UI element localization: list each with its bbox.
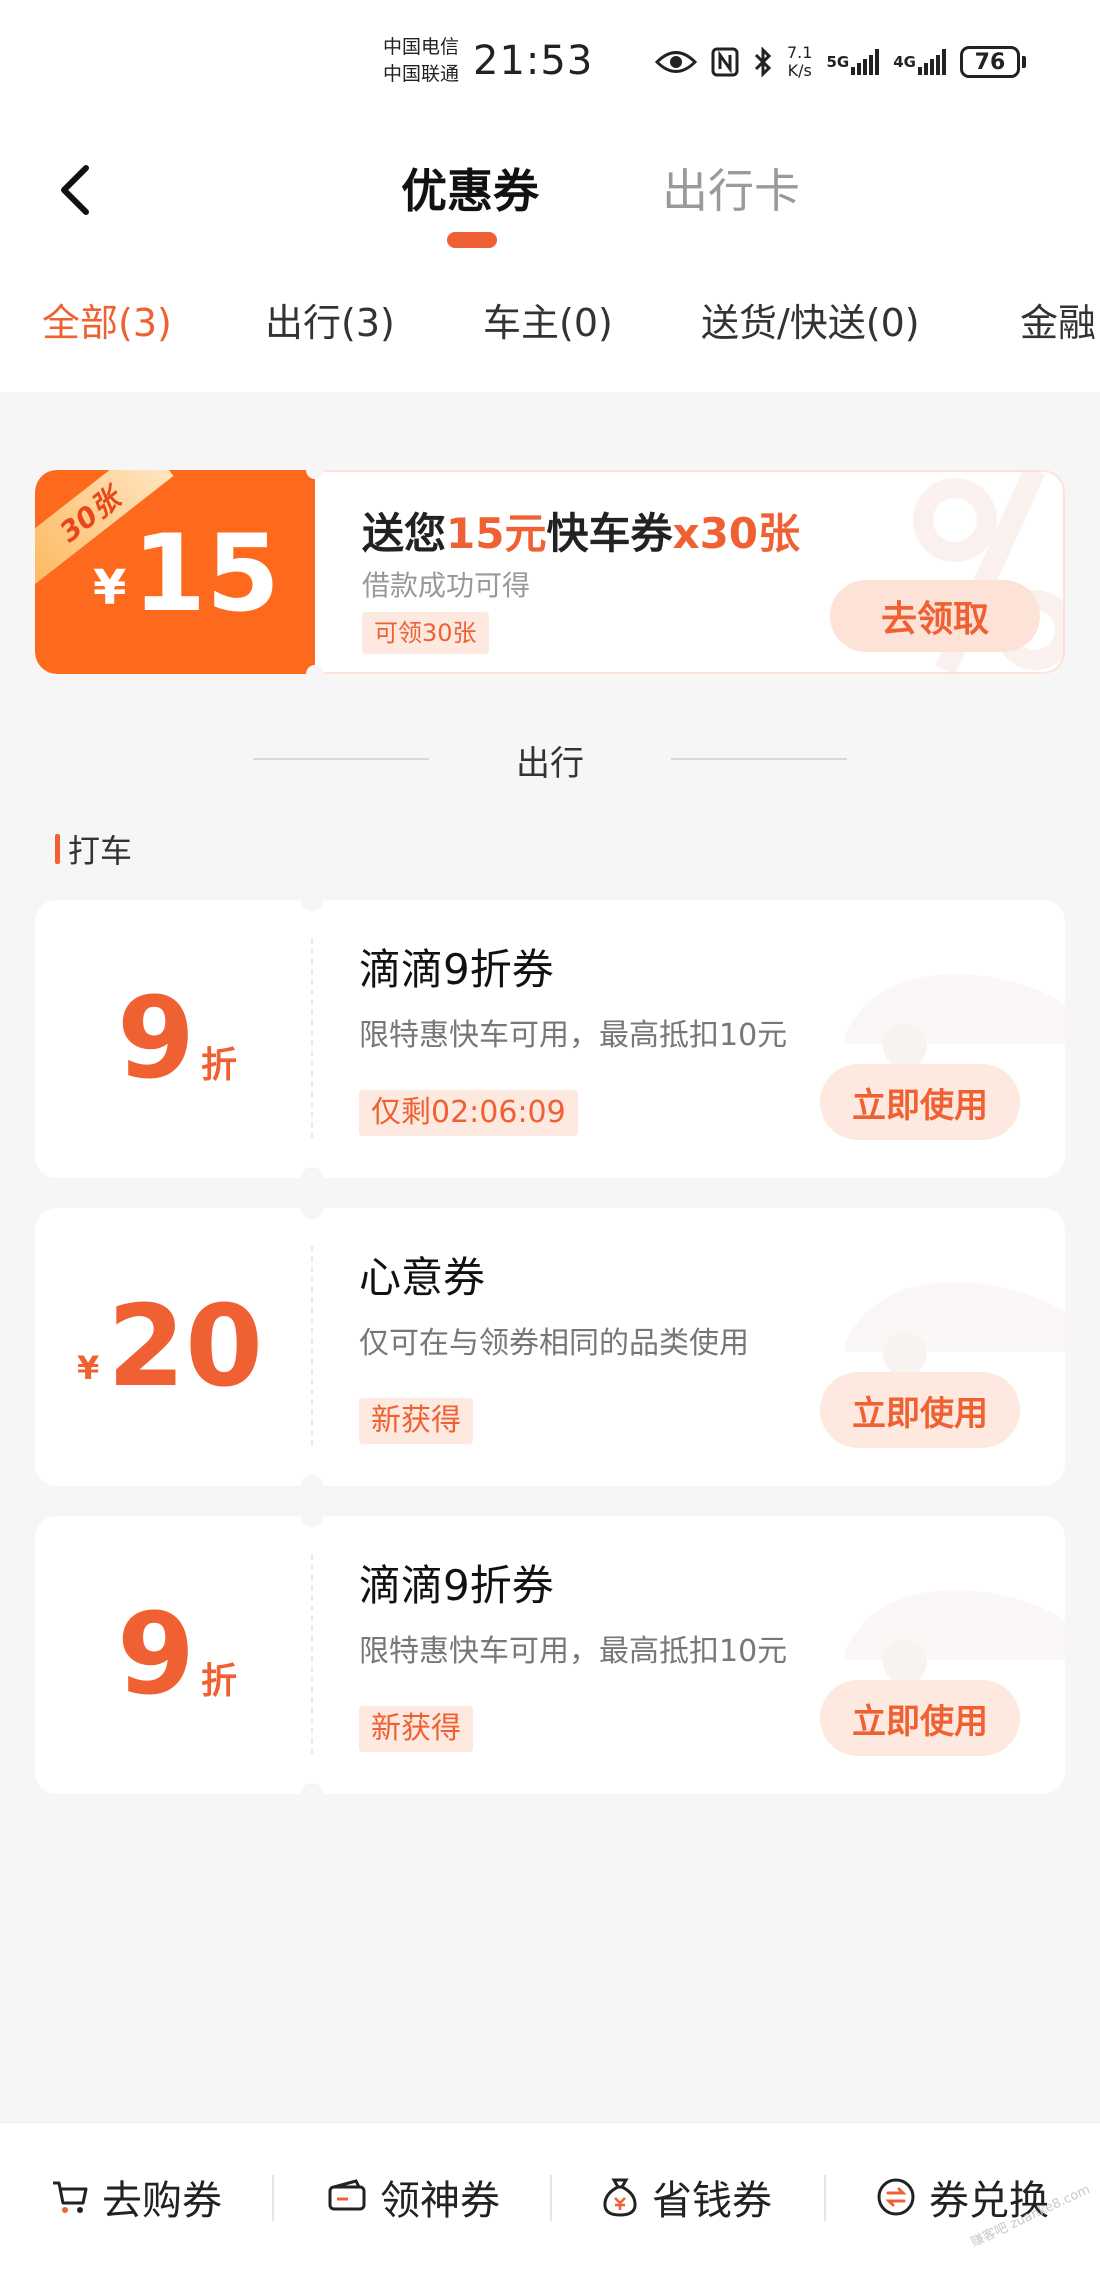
coupon-value: 9 折 <box>117 1590 237 1720</box>
exchange-icon <box>877 2178 915 2216</box>
cart-icon <box>53 2181 88 2213</box>
coupon-divider <box>311 1554 313 1754</box>
coupon-title: 心意券 <box>359 1253 486 1302</box>
car-icon <box>845 1282 1065 1376</box>
banner-amount: ¥ 15 <box>93 512 280 635</box>
coupon-card[interactable]: 9 折 滴滴9折券 限特惠快车可用，最高抵扣10元 仅剩02:06:09 立即使… <box>35 900 1065 1178</box>
bottom-nav: 去购券 领神券 省钱券 券兑换 <box>0 2122 1100 2269</box>
section-header: 出行 <box>0 730 1100 790</box>
signal-sim1-icon: 5G <box>826 49 880 75</box>
category-tabs: 全部(3) 出行(3) 车主(0) 送货/快送(0) 金融 <box>0 292 1100 352</box>
nav-claim-coupons[interactable]: 领神券 <box>326 2169 500 2225</box>
bluetooth-icon <box>754 47 772 77</box>
banner-chip: 可领30张 <box>362 612 489 654</box>
status-icons: 7.1 K/s 5G 4G 76 <box>655 40 1026 84</box>
banner-amount-panel: 30张 ¥ 15 <box>35 470 315 674</box>
claim-button[interactable]: 去领取 <box>830 580 1040 652</box>
coupon-status-tag: 仅剩02:06:09 <box>359 1090 578 1136</box>
banner-notch-bottom <box>306 665 324 674</box>
coupon-card[interactable]: ¥ 20 心意券 仅可在与领券相同的品类使用 新获得 立即使用 <box>35 1208 1065 1486</box>
category-tab-delivery[interactable]: 送货/快送(0) <box>701 292 920 347</box>
category-tab-all[interactable]: 全部(3) <box>42 292 172 347</box>
coupon-title: 滴滴9折券 <box>359 945 554 994</box>
subsection-title: 打车 <box>68 832 133 870</box>
battery-icon: 76 <box>959 46 1026 78</box>
money-bag-icon <box>603 2178 637 2217</box>
nav-saving-coupons[interactable]: 省钱券 <box>600 2169 772 2225</box>
coupon-description: 仅可在与领券相同的品类使用 <box>359 1326 749 1361</box>
category-tab-owner[interactable]: 车主(0) <box>483 292 613 347</box>
banner-title: 送您15元快车券x30张 <box>362 509 801 558</box>
promo-banner[interactable]: 30张 ¥ 15 送您15元快车券x30张 借款成功可得 可领30张 去领取 <box>35 470 1065 674</box>
eye-icon <box>655 51 697 73</box>
status-bar: 中国电信 中国联通 21:53 7.1 K/s 5G 4G 76 <box>0 0 1100 110</box>
nav-buy-coupons[interactable]: 去购券 <box>50 2169 222 2225</box>
subsection-marker <box>55 834 60 864</box>
back-button[interactable] <box>52 160 102 220</box>
tab-indicator <box>447 232 497 248</box>
coupon-card[interactable]: 9 折 滴滴9折券 限特惠快车可用，最高抵扣10元 新获得 立即使用 <box>35 1516 1065 1794</box>
tab-travel-card[interactable]: 出行卡 <box>662 155 800 221</box>
coupon-divider <box>311 938 313 1138</box>
carrier-1: 中国电信 <box>383 36 460 58</box>
use-now-button[interactable]: 立即使用 <box>820 1064 1020 1140</box>
chevron-left-icon <box>61 165 89 215</box>
net-speed: 7.1 K/s <box>787 43 813 80</box>
coupon-description: 限特惠快车可用，最高抵扣10元 <box>359 1634 788 1669</box>
banner-subtitle: 借款成功可得 <box>362 569 531 602</box>
car-icon <box>845 974 1065 1068</box>
ticket-icon <box>328 2179 366 2211</box>
category-tab-finance[interactable]: 金融 <box>1020 292 1096 347</box>
coupon-page: 中国电信 中国联通 21:53 7.1 K/s 5G 4G 76 优惠券 出行卡… <box>0 0 1100 2269</box>
use-now-button[interactable]: 立即使用 <box>820 1372 1020 1448</box>
subsection-header: 打车 <box>55 826 132 872</box>
car-icon <box>845 1590 1065 1684</box>
coupon-description: 限特惠快车可用，最高抵扣10元 <box>359 1018 788 1053</box>
coupon-value: ¥ 20 <box>76 1282 264 1412</box>
carrier-info: 中国电信 中国联通 <box>383 34 459 88</box>
tab-coupons[interactable]: 优惠券 <box>401 155 539 221</box>
status-time: 21:53 <box>473 38 594 84</box>
coupon-status-tag: 新获得 <box>359 1706 473 1752</box>
section-divider-right <box>671 758 847 760</box>
carrier-2: 中国联通 <box>383 63 460 85</box>
coupon-title: 滴滴9折券 <box>359 1561 554 1610</box>
use-now-button[interactable]: 立即使用 <box>820 1680 1020 1756</box>
coupon-divider <box>311 1246 313 1446</box>
coupon-value: 9 折 <box>117 974 237 1104</box>
category-tab-travel[interactable]: 出行(3) <box>265 292 395 347</box>
nfc-icon <box>711 47 739 77</box>
section-title: 出行 <box>516 744 584 784</box>
signal-sim2-icon: 4G <box>893 49 946 75</box>
coupon-status-tag: 新获得 <box>359 1398 473 1444</box>
